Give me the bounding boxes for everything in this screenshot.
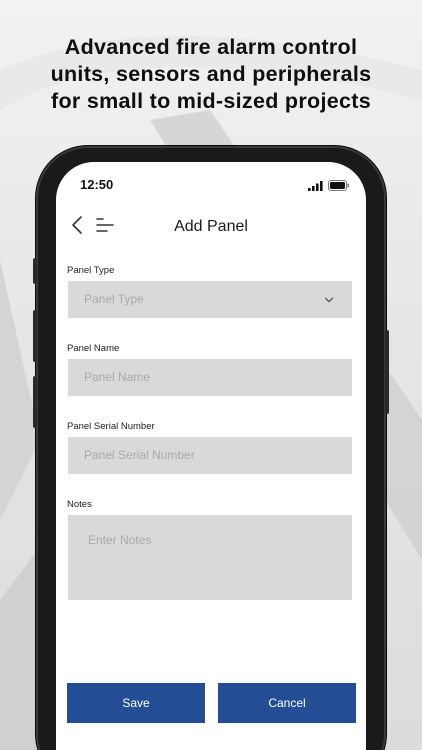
panel-name-label: Panel Name [67, 343, 120, 354]
nav-bar: Add Panel [56, 206, 366, 250]
panel-name-input[interactable]: Panel Name [68, 359, 352, 396]
notes-label: Notes [67, 499, 92, 510]
serial-number-input[interactable]: Panel Serial Number [68, 437, 352, 474]
headline-line-3: for small to mid-sized projects [51, 89, 371, 113]
signal-icon [308, 178, 323, 196]
status-bar: 12:50 [56, 162, 366, 206]
headline-line-1: Advanced fire alarm control [64, 35, 358, 59]
phone-power-button [385, 330, 389, 414]
page-title: Add Panel [174, 218, 248, 235]
save-button[interactable]: Save [67, 683, 205, 723]
phone-silent-switch [33, 258, 37, 284]
status-icons [308, 178, 350, 196]
battery-icon [328, 178, 350, 196]
app-screen: 12:50 Add Panel Panel Type Panel Type Pa… [56, 162, 366, 750]
status-time: 12:50 [80, 177, 114, 192]
cancel-button[interactable]: Cancel [218, 683, 356, 723]
panel-type-select[interactable]: Panel Type [68, 281, 352, 318]
panel-type-label: Panel Type [67, 265, 115, 276]
panel-type-placeholder: Panel Type [84, 292, 144, 306]
phone-volume-up [33, 310, 37, 362]
chevron-down-icon [324, 297, 334, 303]
notes-textarea[interactable]: Enter Notes [68, 515, 352, 600]
serial-number-label: Panel Serial Number [67, 421, 155, 432]
promo-headline: Advanced fire alarm control units, senso… [0, 34, 422, 115]
headline-line-2: units, sensors and peripherals [50, 62, 372, 86]
phone-volume-down [33, 376, 37, 428]
